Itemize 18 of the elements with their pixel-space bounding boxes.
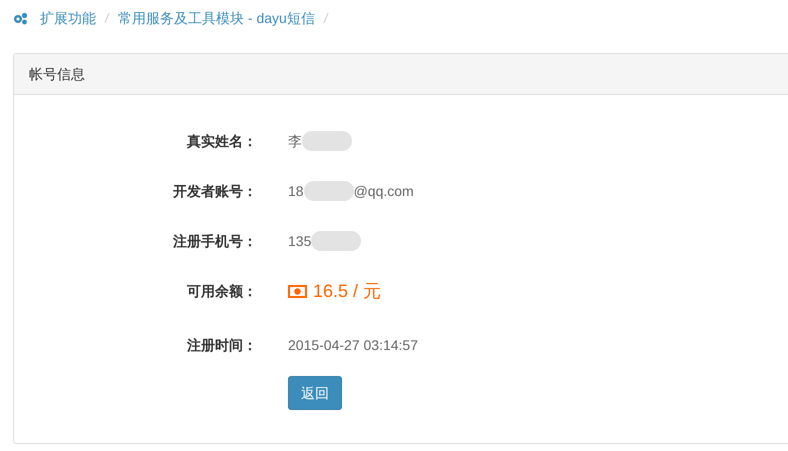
field-value: 18 <box>288 182 304 200</box>
back-button[interactable]: 返回 <box>288 376 342 410</box>
field-value: 135 <box>288 232 312 250</box>
field-label: 注册手机号： <box>173 232 257 248</box>
balance-amount: 16.5 / 元 <box>313 280 382 302</box>
field-label: 真实姓名： <box>187 132 257 148</box>
field-label: 开发者账号： <box>173 182 257 198</box>
banknote-icon <box>288 284 307 298</box>
breadcrumb-separator <box>104 11 110 25</box>
field-value: 2015-04-27 03:14:57 <box>288 336 418 354</box>
field-value: 李 <box>288 132 302 150</box>
field-label: 可用余额： <box>187 282 257 298</box>
field-value: @qq.com <box>354 182 414 201</box>
breadcrumb-link[interactable]: 常用服务及工具模块 - dayu短信 <box>118 8 315 28</box>
breadcrumb-link[interactable]: 扩展功能 <box>40 8 96 28</box>
field-label: 注册时间： <box>187 336 257 352</box>
panel-title: 帐号信息 <box>29 64 85 84</box>
breadcrumb-separator <box>322 11 329 25</box>
